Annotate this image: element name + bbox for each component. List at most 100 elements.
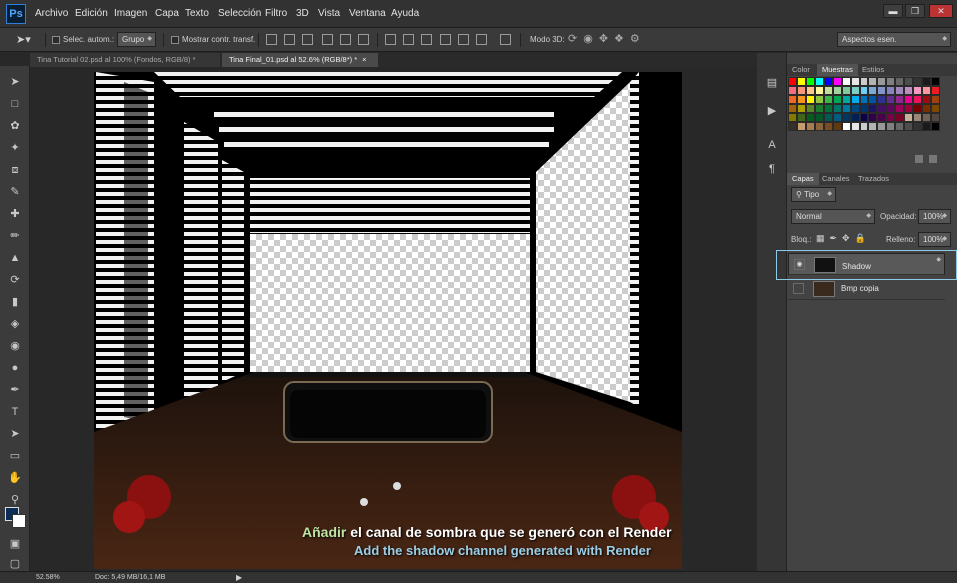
swatch[interactable] xyxy=(850,104,860,113)
swatch[interactable] xyxy=(868,113,878,122)
swatch[interactable] xyxy=(796,86,806,95)
rectangle-tool-icon[interactable]: ▭ xyxy=(7,448,23,464)
swatch[interactable] xyxy=(832,113,842,122)
tab-close-icon[interactable]: × xyxy=(362,55,366,64)
swatch[interactable] xyxy=(895,86,905,95)
auto-align-icon[interactable] xyxy=(500,34,511,45)
swatch[interactable] xyxy=(823,104,833,113)
eye-hidden-icon[interactable] xyxy=(793,283,804,294)
swatch[interactable] xyxy=(841,86,851,95)
swatch[interactable] xyxy=(805,77,815,86)
swatch[interactable] xyxy=(788,104,797,113)
zoom-level[interactable]: 52.58% xyxy=(36,574,60,581)
swatch[interactable] xyxy=(904,104,914,113)
menu-texto[interactable]: Texto xyxy=(185,8,209,19)
lasso-tool-icon[interactable]: ✿ xyxy=(7,118,23,134)
swatch[interactable] xyxy=(823,113,833,122)
magic-wand-tool-icon[interactable]: ✦ xyxy=(7,140,23,156)
swatch[interactable] xyxy=(823,122,833,131)
swatch[interactable] xyxy=(895,95,905,104)
swatch[interactable] xyxy=(796,95,806,104)
swatch[interactable] xyxy=(823,77,833,86)
swatch[interactable] xyxy=(841,77,851,86)
swatch[interactable] xyxy=(796,113,806,122)
type-tool-icon[interactable]: T xyxy=(7,404,23,420)
swatch[interactable] xyxy=(823,95,833,104)
swatch[interactable] xyxy=(904,86,914,95)
swatch[interactable] xyxy=(805,122,815,131)
swatch[interactable] xyxy=(877,113,887,122)
swatch[interactable] xyxy=(913,104,923,113)
swatch[interactable] xyxy=(904,122,914,131)
swatch[interactable] xyxy=(895,77,905,86)
eraser-tool-icon[interactable]: ▮ xyxy=(7,294,23,310)
tab-muestras[interactable]: Muestras xyxy=(817,64,858,76)
distribute-vcenter-icon[interactable] xyxy=(403,34,414,45)
menu-ventana[interactable]: Ventana xyxy=(349,8,386,19)
actions-panel-icon[interactable]: ▶ xyxy=(764,103,780,119)
swatch[interactable] xyxy=(796,77,806,86)
swatch[interactable] xyxy=(841,95,851,104)
swatch[interactable] xyxy=(922,95,932,104)
align-left-icon[interactable] xyxy=(322,34,333,45)
swatch[interactable] xyxy=(805,113,815,122)
swatch[interactable] xyxy=(868,95,878,104)
swatch[interactable] xyxy=(859,95,869,104)
swatch[interactable] xyxy=(895,113,905,122)
swatch[interactable] xyxy=(877,86,887,95)
minimize-icon[interactable]: ▬ xyxy=(883,4,903,18)
swatch[interactable] xyxy=(850,86,860,95)
swatch[interactable] xyxy=(904,77,914,86)
swatch[interactable] xyxy=(904,113,914,122)
auto-select-checkbox[interactable] xyxy=(52,36,60,44)
background-color-swatch[interactable] xyxy=(12,514,26,528)
swatch[interactable] xyxy=(886,122,896,131)
swatch[interactable] xyxy=(922,113,932,122)
distribute-right-icon[interactable] xyxy=(476,34,487,45)
restore-icon[interactable]: ❐ xyxy=(905,4,925,18)
menu-imagen[interactable]: Imagen xyxy=(114,8,147,19)
swatch[interactable] xyxy=(931,113,940,122)
swatch[interactable] xyxy=(841,122,851,131)
align-vcenter-icon[interactable] xyxy=(284,34,295,45)
swatch[interactable] xyxy=(859,122,869,131)
swatch[interactable] xyxy=(922,77,932,86)
menu-edicion[interactable]: Edición xyxy=(75,8,108,19)
menu-filtro[interactable]: Filtro xyxy=(265,8,287,19)
layer-row-bmp-copia[interactable]: Bmp copia xyxy=(788,278,945,300)
fill-field[interactable]: 100% xyxy=(918,232,951,247)
swatch[interactable] xyxy=(814,77,824,86)
swatch[interactable] xyxy=(788,77,797,86)
swatch[interactable] xyxy=(913,86,923,95)
align-top-icon[interactable] xyxy=(266,34,277,45)
zoom-tool-icon[interactable]: ⚲ xyxy=(7,492,23,508)
swatch[interactable] xyxy=(877,77,887,86)
swatch[interactable] xyxy=(913,95,923,104)
new-swatch-icon[interactable] xyxy=(915,155,923,163)
distribute-hcenter-icon[interactable] xyxy=(458,34,469,45)
distribute-bottom-icon[interactable] xyxy=(421,34,432,45)
swatch[interactable] xyxy=(814,95,824,104)
swatch[interactable] xyxy=(788,122,797,131)
paragraph-panel-icon[interactable]: ¶ xyxy=(764,161,780,177)
blur-tool-icon[interactable]: ◉ xyxy=(7,338,23,354)
swatch[interactable] xyxy=(805,86,815,95)
swatch[interactable] xyxy=(868,104,878,113)
tab-estilos[interactable]: Estilos xyxy=(857,64,889,76)
swatch[interactable] xyxy=(859,77,869,86)
swatch[interactable] xyxy=(913,77,923,86)
menu-archivo[interactable]: Archivo xyxy=(35,8,68,19)
swatch[interactable] xyxy=(859,86,869,95)
swatch[interactable] xyxy=(913,113,923,122)
swatch[interactable] xyxy=(832,95,842,104)
path-selection-tool-icon[interactable]: ➤ xyxy=(7,426,23,442)
swatch[interactable] xyxy=(913,122,923,131)
quick-mask-icon[interactable]: ▣ xyxy=(7,536,23,552)
tab-color[interactable]: Color xyxy=(787,64,815,76)
swatch[interactable] xyxy=(788,113,797,122)
swatch[interactable] xyxy=(796,122,806,131)
swatch[interactable] xyxy=(823,86,833,95)
history-panel-icon[interactable]: ▤ xyxy=(764,75,780,91)
group-select[interactable]: Grupo xyxy=(117,32,156,47)
swatch[interactable] xyxy=(850,77,860,86)
